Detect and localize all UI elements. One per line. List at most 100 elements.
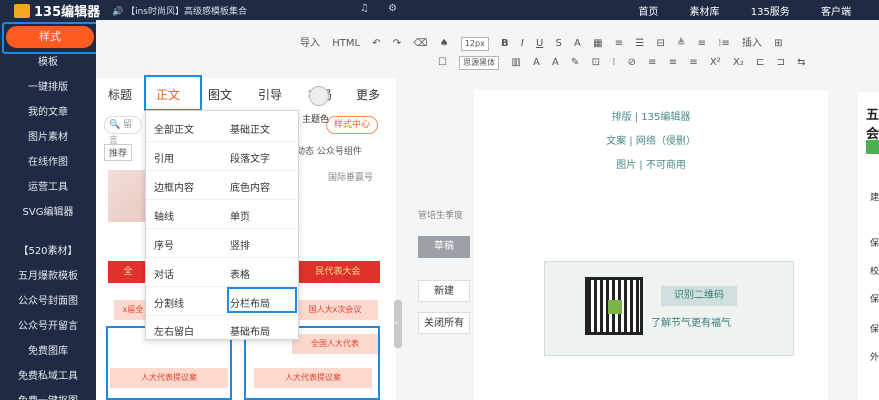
list-icon[interactable]: ⁝≡: [718, 38, 730, 49]
menu-item-single-page[interactable]: 单页: [230, 208, 250, 223]
menu-item-all-body[interactable]: 全部正文: [154, 121, 194, 136]
menu-item-paragraph[interactable]: 段落文字: [230, 150, 270, 165]
menu-item-number[interactable]: 序号: [154, 237, 174, 252]
close-all-button[interactable]: 关闭所有: [418, 312, 470, 334]
align-left-icon[interactable]: ≡: [648, 57, 656, 68]
sidebar-item-one-click[interactable]: 一键排版: [0, 75, 96, 100]
sidebar-item-cover[interactable]: 公众号封面图: [0, 289, 96, 314]
editor-canvas[interactable]: 排版 | 135编辑器 文案 | 网络（侵删） 图片 | 不可商用 识别二维码 …: [474, 90, 828, 400]
right-label-4[interactable]: 保: [870, 292, 879, 305]
menu-item-table[interactable]: 表格: [230, 266, 250, 281]
align-icon[interactable]: ≡: [615, 38, 623, 49]
text-style-icon[interactable]: A: [552, 57, 559, 68]
indent-icon[interactable]: ⊟: [656, 38, 664, 49]
tag-recommend[interactable]: 推荐: [104, 144, 133, 161]
tab-image-text[interactable]: 图文: [208, 86, 232, 103]
nav-home[interactable]: 首页: [638, 7, 658, 18]
eraser-icon[interactable]: ⌫: [413, 38, 427, 49]
strikethrough-button[interactable]: S: [556, 38, 562, 49]
sidebar-item-cutout[interactable]: 免费一键抠图: [0, 389, 96, 400]
scan-qr-button[interactable]: 识别二维码: [661, 286, 737, 306]
indent-right-icon[interactable]: ⊐: [777, 57, 785, 68]
paragraph-icon[interactable]: ≡: [698, 38, 706, 49]
sidebar-item-private-tools[interactable]: 免费私域工具: [0, 364, 96, 389]
nav-client[interactable]: 客户端: [821, 7, 851, 18]
underline-button[interactable]: U: [536, 38, 543, 49]
indent-left-icon[interactable]: ⊏: [756, 57, 764, 68]
theme-color-label[interactable]: 主题色: [302, 112, 329, 125]
link-icon[interactable]: ⊘: [628, 57, 636, 68]
insert-button[interactable]: 插入: [742, 38, 762, 49]
qr-card[interactable]: 识别二维码 了解节气更有福气: [544, 261, 794, 356]
font-size-select[interactable]: 12px: [460, 37, 489, 51]
table-icon[interactable]: ⊞: [774, 38, 782, 49]
style-center-button[interactable]: 样式中心: [326, 116, 378, 134]
brush-icon[interactable]: ✎: [571, 57, 579, 68]
sidebar-item-online-draw[interactable]: 在线作图: [0, 150, 96, 175]
new-button[interactable]: 新建: [418, 280, 470, 302]
menu-item-vertical[interactable]: 竖排: [230, 237, 250, 252]
sidebar-item-images[interactable]: 图片素材: [0, 125, 96, 150]
ordered-list-icon[interactable]: ⁝: [612, 57, 615, 68]
text-box-icon[interactable]: A: [533, 57, 540, 68]
sidebar-item-may-templates[interactable]: 五月爆款模板: [0, 264, 96, 289]
sidebar-item-520[interactable]: 【520素材】: [0, 239, 96, 264]
announcement[interactable]: 🔊 【ins时尚风】高级感模板集合: [112, 4, 247, 17]
menu-item-border-content[interactable]: 边框内容: [154, 179, 194, 194]
menu-item-margin[interactable]: 左右留白: [154, 323, 194, 338]
menu-item-dialog[interactable]: 对话: [154, 266, 174, 281]
article-title-input[interactable]: 管培生季度: [418, 208, 476, 221]
nav-material[interactable]: 素材库: [690, 7, 720, 18]
sidebar-item-ops-tools[interactable]: 运营工具: [0, 175, 96, 200]
panel-collapse-handle[interactable]: ‹: [394, 300, 402, 348]
frame-icon[interactable]: ⊡: [592, 57, 600, 68]
spacing-icon[interactable]: ≜: [677, 38, 685, 49]
menu-item-basic-layout[interactable]: 基础布局: [230, 323, 270, 338]
right-label-1[interactable]: 建: [870, 190, 879, 203]
undo-icon[interactable]: ↶: [372, 38, 380, 49]
align-right-icon[interactable]: ≡: [689, 57, 697, 68]
tab-body[interactable]: 正文: [156, 86, 180, 103]
right-label-6[interactable]: 外: [870, 350, 879, 363]
pink-style-2[interactable]: 国人大x次会议: [292, 300, 378, 320]
draft-button[interactable]: 草稿: [418, 236, 470, 258]
right-label-2[interactable]: 保: [870, 236, 879, 249]
top-icons[interactable]: ♫ ⚙: [360, 3, 405, 14]
subscript-button[interactable]: X₂: [733, 57, 744, 68]
redo-icon[interactable]: ↷: [393, 38, 401, 49]
tab-more[interactable]: 更多: [356, 86, 380, 103]
sidebar-item-style[interactable]: 样式: [6, 26, 94, 48]
line-height-icon[interactable]: ☰: [635, 38, 644, 49]
format-painter-icon[interactable]: ♠: [440, 38, 449, 49]
sidebar-item-svg[interactable]: SVG编辑器: [0, 200, 96, 225]
menu-item-axis[interactable]: 轴线: [154, 208, 174, 223]
menu-item-divider[interactable]: 分割线: [154, 295, 184, 310]
red-banner-left[interactable]: 全: [108, 261, 148, 283]
font-color-button[interactable]: A: [574, 38, 581, 49]
sidebar-item-comments[interactable]: 公众号开留言: [0, 314, 96, 339]
import-button[interactable]: 导入: [300, 38, 320, 49]
tab-title[interactable]: 标题: [108, 86, 132, 103]
search-input[interactable]: 🔍 留言: [104, 116, 142, 146]
right-label-3[interactable]: 校: [870, 264, 879, 277]
theme-color-icon[interactable]: [309, 86, 329, 106]
html-button[interactable]: HTML: [332, 38, 360, 49]
right-label-5[interactable]: 保: [870, 322, 879, 335]
tab-guide[interactable]: 引导: [258, 86, 282, 103]
font-family-select[interactable]: 思源黑体: [459, 56, 500, 70]
tag-right[interactable]: 动态 公众号组件: [296, 144, 362, 157]
nav-service[interactable]: 135服务: [751, 7, 790, 18]
red-banner-right[interactable]: 民代表大会: [296, 261, 380, 283]
align-center-icon[interactable]: ≡: [669, 57, 677, 68]
doc-icon[interactable]: ☐: [438, 57, 447, 68]
superscript-button[interactable]: X²: [710, 57, 721, 68]
background-color-icon[interactable]: ▦: [593, 38, 602, 49]
swap-icon[interactable]: ⇆: [797, 57, 805, 68]
menu-item-quote[interactable]: 引用: [154, 150, 174, 165]
sidebar-item-free-gallery[interactable]: 免费图库: [0, 339, 96, 364]
border-icon[interactable]: ▥: [511, 57, 520, 68]
italic-button[interactable]: I: [521, 38, 524, 49]
menu-item-basic-body[interactable]: 基础正文: [230, 121, 270, 136]
sidebar-item-my-articles[interactable]: 我的文章: [0, 100, 96, 125]
bold-button[interactable]: B: [501, 38, 509, 49]
